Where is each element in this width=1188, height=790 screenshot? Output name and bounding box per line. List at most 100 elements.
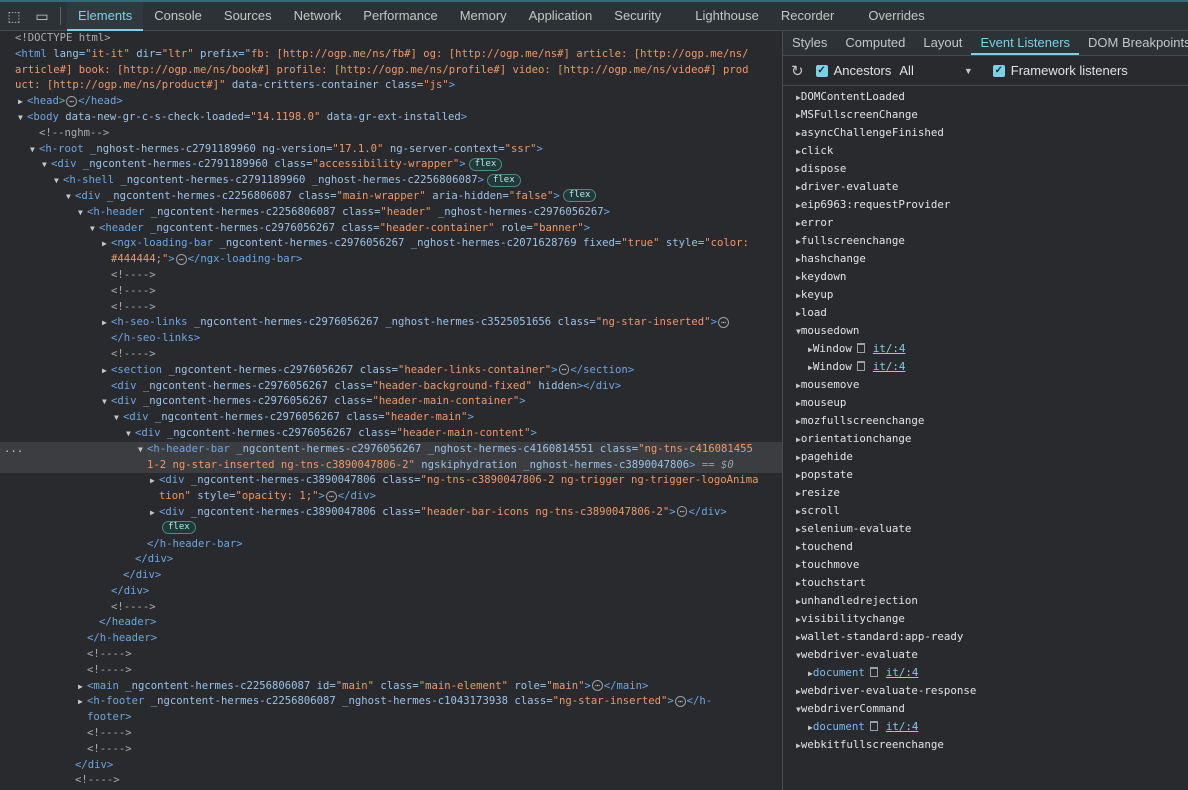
- dom-node-line[interactable]: ▶ <div _ngcontent-hermes-c3890047806 clas…: [0, 473, 782, 489]
- event-listener-item[interactable]: ▶visibilitychange: [796, 610, 1188, 628]
- event-listener-item[interactable]: ▶keyup: [796, 286, 1188, 304]
- expand-triangle-closed-icon[interactable]: ▶: [78, 694, 87, 710]
- inspect-element-icon[interactable]: ⬚: [0, 2, 28, 31]
- event-listener-item[interactable]: ▶touchend: [796, 538, 1188, 556]
- event-listener-item[interactable]: ▶keydown: [796, 268, 1188, 286]
- expand-triangle-open-icon[interactable]: ▼: [54, 173, 63, 189]
- event-listener-item[interactable]: ▼webdriver-evaluate: [796, 646, 1188, 664]
- expand-triangle-closed-icon[interactable]: ▶: [102, 363, 111, 379]
- dom-node-line[interactable]: ▼ <h-root _nghost-hermes-c2791189960 ng-v…: [0, 142, 782, 158]
- tab-console[interactable]: Console: [143, 2, 213, 31]
- expand-triangle-open-icon[interactable]: ▼: [102, 394, 111, 410]
- expand-triangle-closed-icon[interactable]: ▶: [18, 94, 27, 110]
- event-listener-item[interactable]: ▶hashchange: [796, 250, 1188, 268]
- device-toolbar-icon[interactable]: ▭: [28, 2, 56, 31]
- event-listener-item[interactable]: ▼mousedown: [796, 322, 1188, 340]
- dom-node-line[interactable]: ▼ <div _ngcontent-hermes-c2976056267 clas…: [0, 410, 782, 426]
- event-listener-item[interactable]: ▶mouseup: [796, 394, 1188, 412]
- expand-triangle-closed-icon[interactable]: ▶: [78, 679, 87, 695]
- expand-triangle-open-icon[interactable]: ▼: [126, 426, 135, 442]
- event-listener-item[interactable]: ▶eip6963:requestProvider: [796, 196, 1188, 214]
- event-listener-item[interactable]: ▶touchstart: [796, 574, 1188, 592]
- tab-sources[interactable]: Sources: [213, 2, 283, 31]
- sidebar-tab-styles[interactable]: Styles: [783, 31, 836, 55]
- dom-node-line[interactable]: ▶ <main _ngcontent-hermes-c2256806087 id=…: [0, 679, 782, 695]
- dom-node-line[interactable]: ... ▼ <h-header-bar _ngcontent-hermes-c297…: [0, 441, 782, 458]
- expand-triangle-closed-icon[interactable]: ▶: [150, 473, 159, 489]
- remove-listener-trash-icon[interactable]: [869, 721, 878, 731]
- dom-node-line[interactable]: 1-2 ng-star-inserted ng-tns-c3890047806-…: [0, 457, 782, 474]
- event-listener-item[interactable]: ▶mousemove: [796, 376, 1188, 394]
- dom-node-line[interactable]: <!---->: [0, 773, 782, 789]
- elements-dom-tree[interactable]: <!DOCTYPE html> <html lang="it-it" dir="l…: [0, 31, 782, 790]
- event-listener-item[interactable]: ▶error: [796, 214, 1188, 232]
- listener-target-node[interactable]: Window: [813, 360, 852, 373]
- tab-memory[interactable]: Memory: [449, 2, 518, 31]
- dom-node-line[interactable]: </div>: [0, 584, 782, 600]
- dom-node-line[interactable]: <!---->: [0, 647, 782, 663]
- dom-node-line[interactable]: ▶ <ngx-loading-bar _ngcontent-hermes-c297…: [0, 236, 782, 252]
- flex-badge[interactable]: flex: [562, 189, 597, 203]
- dom-node-line[interactable]: ▼ <div _ngcontent-hermes-c2256806087 clas…: [0, 189, 782, 205]
- dom-node-line[interactable]: <!---->: [0, 284, 782, 300]
- event-listener-item[interactable]: ▶unhandledrejection: [796, 592, 1188, 610]
- dom-node-line[interactable]: ▶ <h-footer _ngcontent-hermes-c2256806087…: [0, 694, 782, 710]
- node-actions-ellipsis[interactable]: ...: [4, 442, 23, 458]
- listener-source-link[interactable]: it/:4: [873, 360, 906, 373]
- dom-node-line[interactable]: ▼ <div _ngcontent-hermes-c2976056267 clas…: [0, 394, 782, 410]
- dom-node-line[interactable]: </h-seo-links>: [0, 331, 782, 347]
- sidebar-tab-event-listeners[interactable]: Event Listeners: [971, 31, 1080, 55]
- event-listener-item[interactable]: ▶DOMContentLoaded: [796, 88, 1188, 106]
- event-listener-item[interactable]: ▶orientationchange: [796, 430, 1188, 448]
- dom-node-line[interactable]: <!---->: [0, 726, 782, 742]
- dom-node-line[interactable]: </div>: [0, 552, 782, 568]
- event-listener-item[interactable]: ▶scroll: [796, 502, 1188, 520]
- flex-badge[interactable]: flex: [162, 521, 196, 535]
- expand-triangle-closed-icon[interactable]: ▶: [102, 236, 111, 252]
- dom-node-line[interactable]: ▼ <h-header _ngcontent-hermes-c2256806087…: [0, 205, 782, 221]
- event-listener-item[interactable]: ▶dispose: [796, 160, 1188, 178]
- expand-children-ellipsis[interactable]: ⋯: [674, 695, 686, 707]
- dom-node-line[interactable]: <!---->: [0, 663, 782, 679]
- expand-children-ellipsis[interactable]: ⋯: [66, 95, 78, 107]
- tab-lighthouse[interactable]: Lighthouse: [684, 2, 770, 31]
- event-listener-item[interactable]: ▶fullscreenchange: [796, 232, 1188, 250]
- dom-node-line[interactable]: ▼ <div _ngcontent-hermes-c2976056267 clas…: [0, 426, 782, 442]
- dom-node-line[interactable]: ▼ <div _ngcontent-hermes-c2791189960 clas…: [0, 157, 782, 173]
- remove-listener-trash-icon[interactable]: [869, 667, 878, 677]
- tab-elements[interactable]: Elements: [67, 1, 144, 31]
- dom-node-line[interactable]: <!---->: [0, 347, 782, 363]
- event-listener-item[interactable]: ▶load: [796, 304, 1188, 322]
- dom-node-line[interactable]: </h-header-bar>: [0, 537, 782, 553]
- expand-triangle-open-icon[interactable]: ▼: [18, 110, 27, 126]
- event-listener-item[interactable]: ▶popstate: [796, 466, 1188, 484]
- event-listener-item[interactable]: ▶mozfullscreenchange: [796, 412, 1188, 430]
- dom-node-line[interactable]: <!---->: [0, 600, 782, 616]
- dom-node-line[interactable]: ▶ <h-seo-links _ngcontent-hermes-c2976056…: [0, 315, 782, 331]
- event-listener-entry[interactable]: ▶Window it/:4: [796, 358, 1188, 376]
- refresh-icon[interactable]: ↻: [791, 62, 804, 80]
- ancestors-checkbox[interactable]: ✓: [815, 64, 828, 77]
- dom-node-line[interactable]: #444444;"> ⋯ </ngx-loading-bar>: [0, 252, 782, 268]
- expand-triangle-closed-icon[interactable]: ▶: [102, 315, 111, 331]
- remove-listener-trash-icon[interactable]: [856, 361, 865, 371]
- expand-triangle-open-icon[interactable]: ▼: [30, 142, 39, 158]
- event-listener-item[interactable]: ▶webdriver-evaluate-response: [796, 682, 1188, 700]
- dom-node-line[interactable]: <!---->: [0, 300, 782, 316]
- expand-children-ellipsis[interactable]: ⋯: [325, 490, 337, 502]
- dom-node-line[interactable]: ▼ <h-shell _ngcontent-hermes-c2791189960 …: [0, 173, 782, 189]
- dom-node-line[interactable]: <!---->: [0, 268, 782, 284]
- dom-node-line[interactable]: uct: [http://ogp.me/ns/product#]" data-c…: [0, 78, 782, 94]
- flex-badge[interactable]: flex: [468, 157, 503, 171]
- listener-target-node[interactable]: Window: [813, 342, 852, 355]
- dom-node-line[interactable]: ▶ <head> ⋯ </head>: [0, 94, 782, 110]
- expand-children-ellipsis[interactable]: ⋯: [676, 506, 688, 518]
- sidebar-tab-computed[interactable]: Computed: [836, 31, 914, 55]
- dom-node-line[interactable]: ▼ <body data-new-gr-c-s-check-loaded="14.…: [0, 110, 782, 126]
- event-listener-item[interactable]: ▶driver-evaluate: [796, 178, 1188, 196]
- event-listener-item[interactable]: ▶resize: [796, 484, 1188, 502]
- expand-triangle-open-icon[interactable]: ▼: [114, 410, 123, 426]
- flex-badge[interactable]: flex: [486, 173, 521, 187]
- tab-performance[interactable]: Performance: [352, 2, 448, 31]
- event-listener-entry[interactable]: ▶document it/:4: [796, 664, 1188, 682]
